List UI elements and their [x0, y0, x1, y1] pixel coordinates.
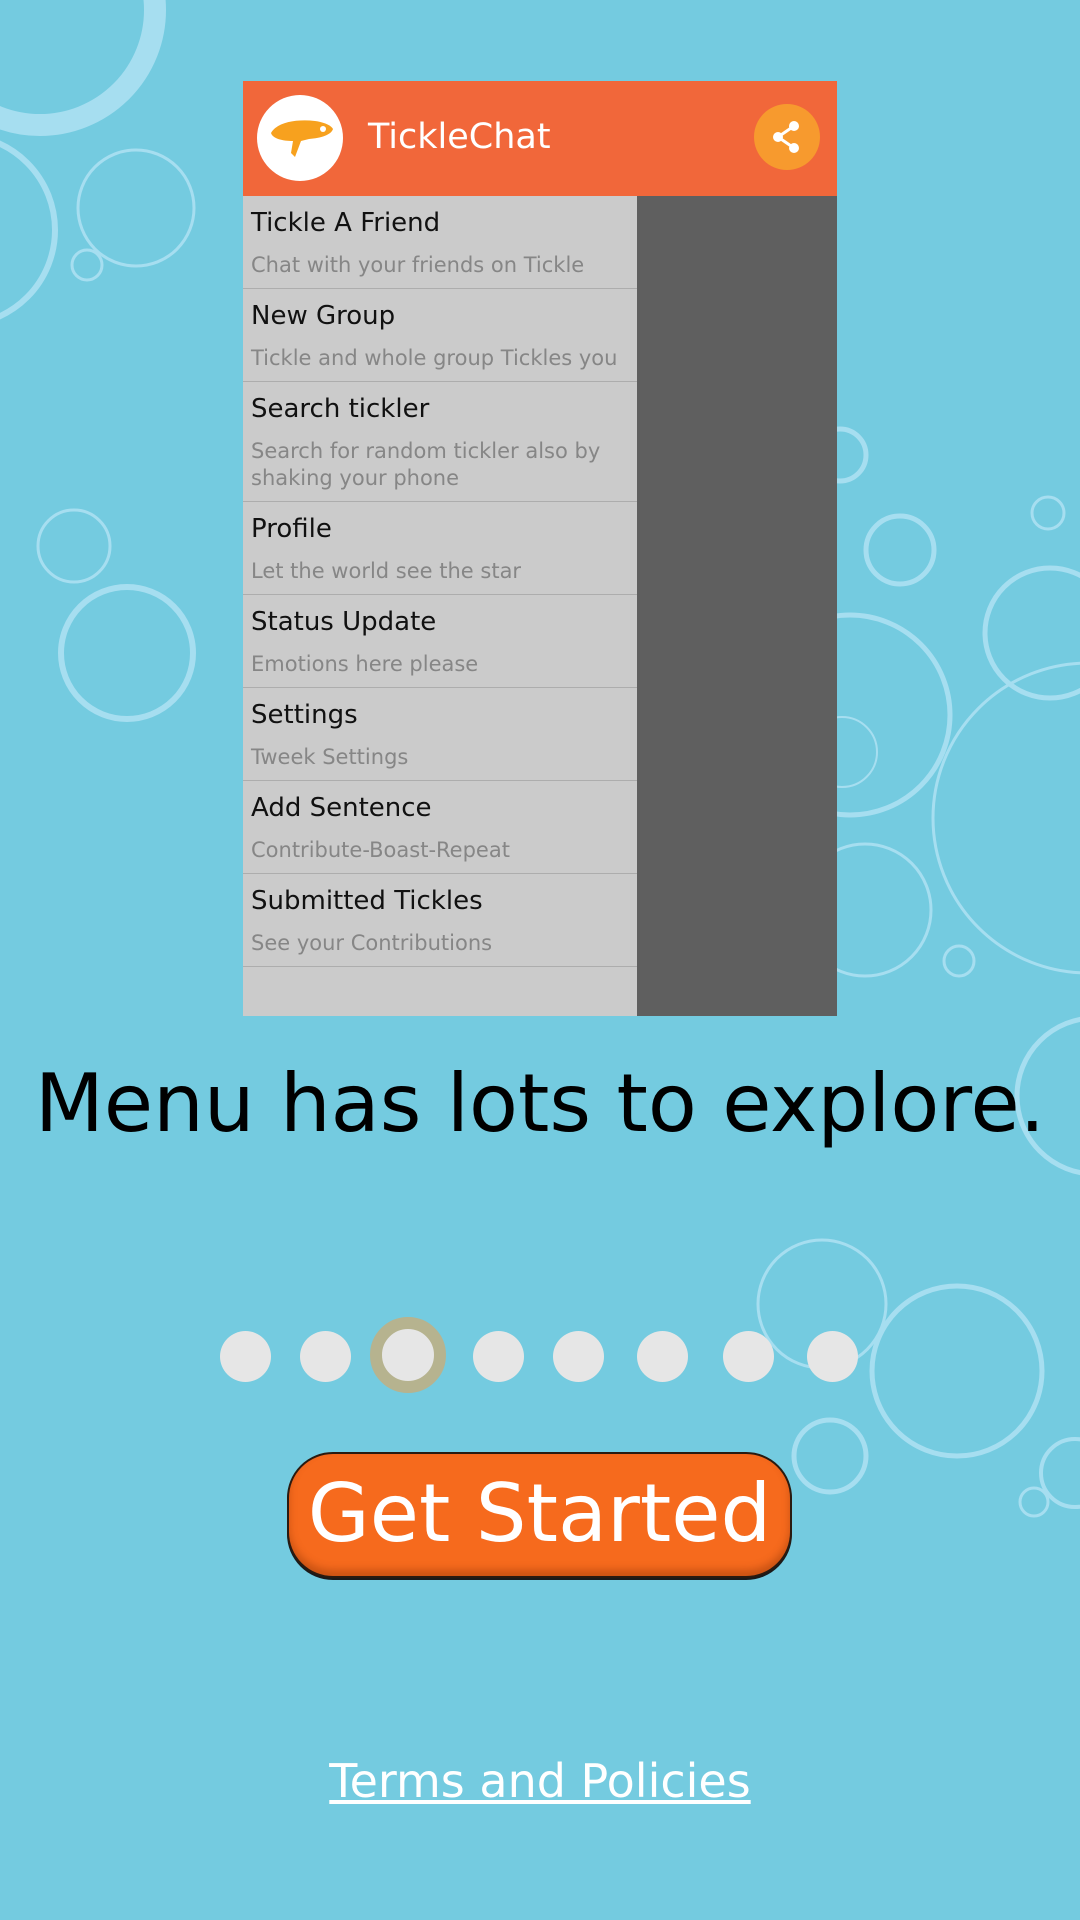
- menu-item-settings: Settings Tweek Settings: [243, 688, 637, 781]
- app-screenshot-preview: TickleChat Tickle A Friend Chat with you…: [243, 81, 837, 1016]
- menu-item-submitted-tickles: Submitted Tickles See your Contributions: [243, 874, 637, 967]
- terms-and-policies-link[interactable]: Terms and Policies: [0, 1754, 1080, 1808]
- page-dot[interactable]: [637, 1331, 688, 1382]
- page-dot[interactable]: [723, 1331, 774, 1382]
- page-dot-active[interactable]: [370, 1317, 446, 1393]
- page-dot[interactable]: [807, 1331, 858, 1382]
- menu-item-title: Profile: [251, 514, 332, 544]
- menu-item-subtitle: Tickle and whole group Tickles you: [251, 346, 618, 370]
- menu-item-tickle-a-friend: Tickle A Friend Chat with your friends o…: [243, 196, 637, 289]
- menu-item-title: Tickle A Friend: [251, 208, 441, 238]
- menu-item-add-sentence: Add Sentence Contribute-Boast-Repeat: [243, 781, 637, 874]
- menu-item-subtitle: Tweek Settings: [251, 745, 409, 769]
- share-icon: [754, 104, 820, 170]
- get-started-button[interactable]: Get Started: [287, 1452, 792, 1578]
- menu-item-subtitle: Let the world see the star: [251, 559, 522, 583]
- menu-item-title: Submitted Tickles: [251, 886, 483, 916]
- menu-item-subtitle: See your Contributions: [251, 931, 493, 955]
- menu-item-subtitle: Emotions here please: [251, 652, 479, 676]
- page-dot[interactable]: [220, 1331, 271, 1382]
- menu-item-subtitle: Search for random tickler also by shakin…: [251, 439, 601, 490]
- drawer-scrim: [637, 196, 837, 1016]
- menu-item-profile: Profile Let the world see the star: [243, 502, 637, 595]
- menu-item-title: Add Sentence: [251, 793, 432, 823]
- onboarding-caption: Menu has lots to explore.: [34, 1057, 1046, 1150]
- menu-item-subtitle: Contribute-Boast-Repeat: [251, 838, 510, 862]
- page-dot[interactable]: [553, 1331, 604, 1382]
- menu-item-title: Settings: [251, 700, 358, 730]
- app-title: TickleChat: [368, 117, 551, 157]
- app-header: TickleChat: [243, 81, 837, 196]
- page-dot[interactable]: [473, 1331, 524, 1382]
- menu-item-status-update: Status Update Emotions here please: [243, 595, 637, 688]
- menu-item-new-group: New Group Tickle and whole group Tickles…: [243, 289, 637, 382]
- menu-item-subtitle: Chat with your friends on Tickle: [251, 253, 585, 277]
- menu-item-title: New Group: [251, 301, 396, 331]
- menu-item-search-tickler: Search tickler Search for random tickler…: [243, 382, 637, 502]
- tickle-logo-icon: [257, 95, 343, 181]
- menu-item-title: Search tickler: [251, 394, 430, 424]
- menu-item-title: Status Update: [251, 607, 437, 637]
- page-dot[interactable]: [300, 1331, 351, 1382]
- navigation-drawer: Tickle A Friend Chat with your friends o…: [243, 196, 637, 1016]
